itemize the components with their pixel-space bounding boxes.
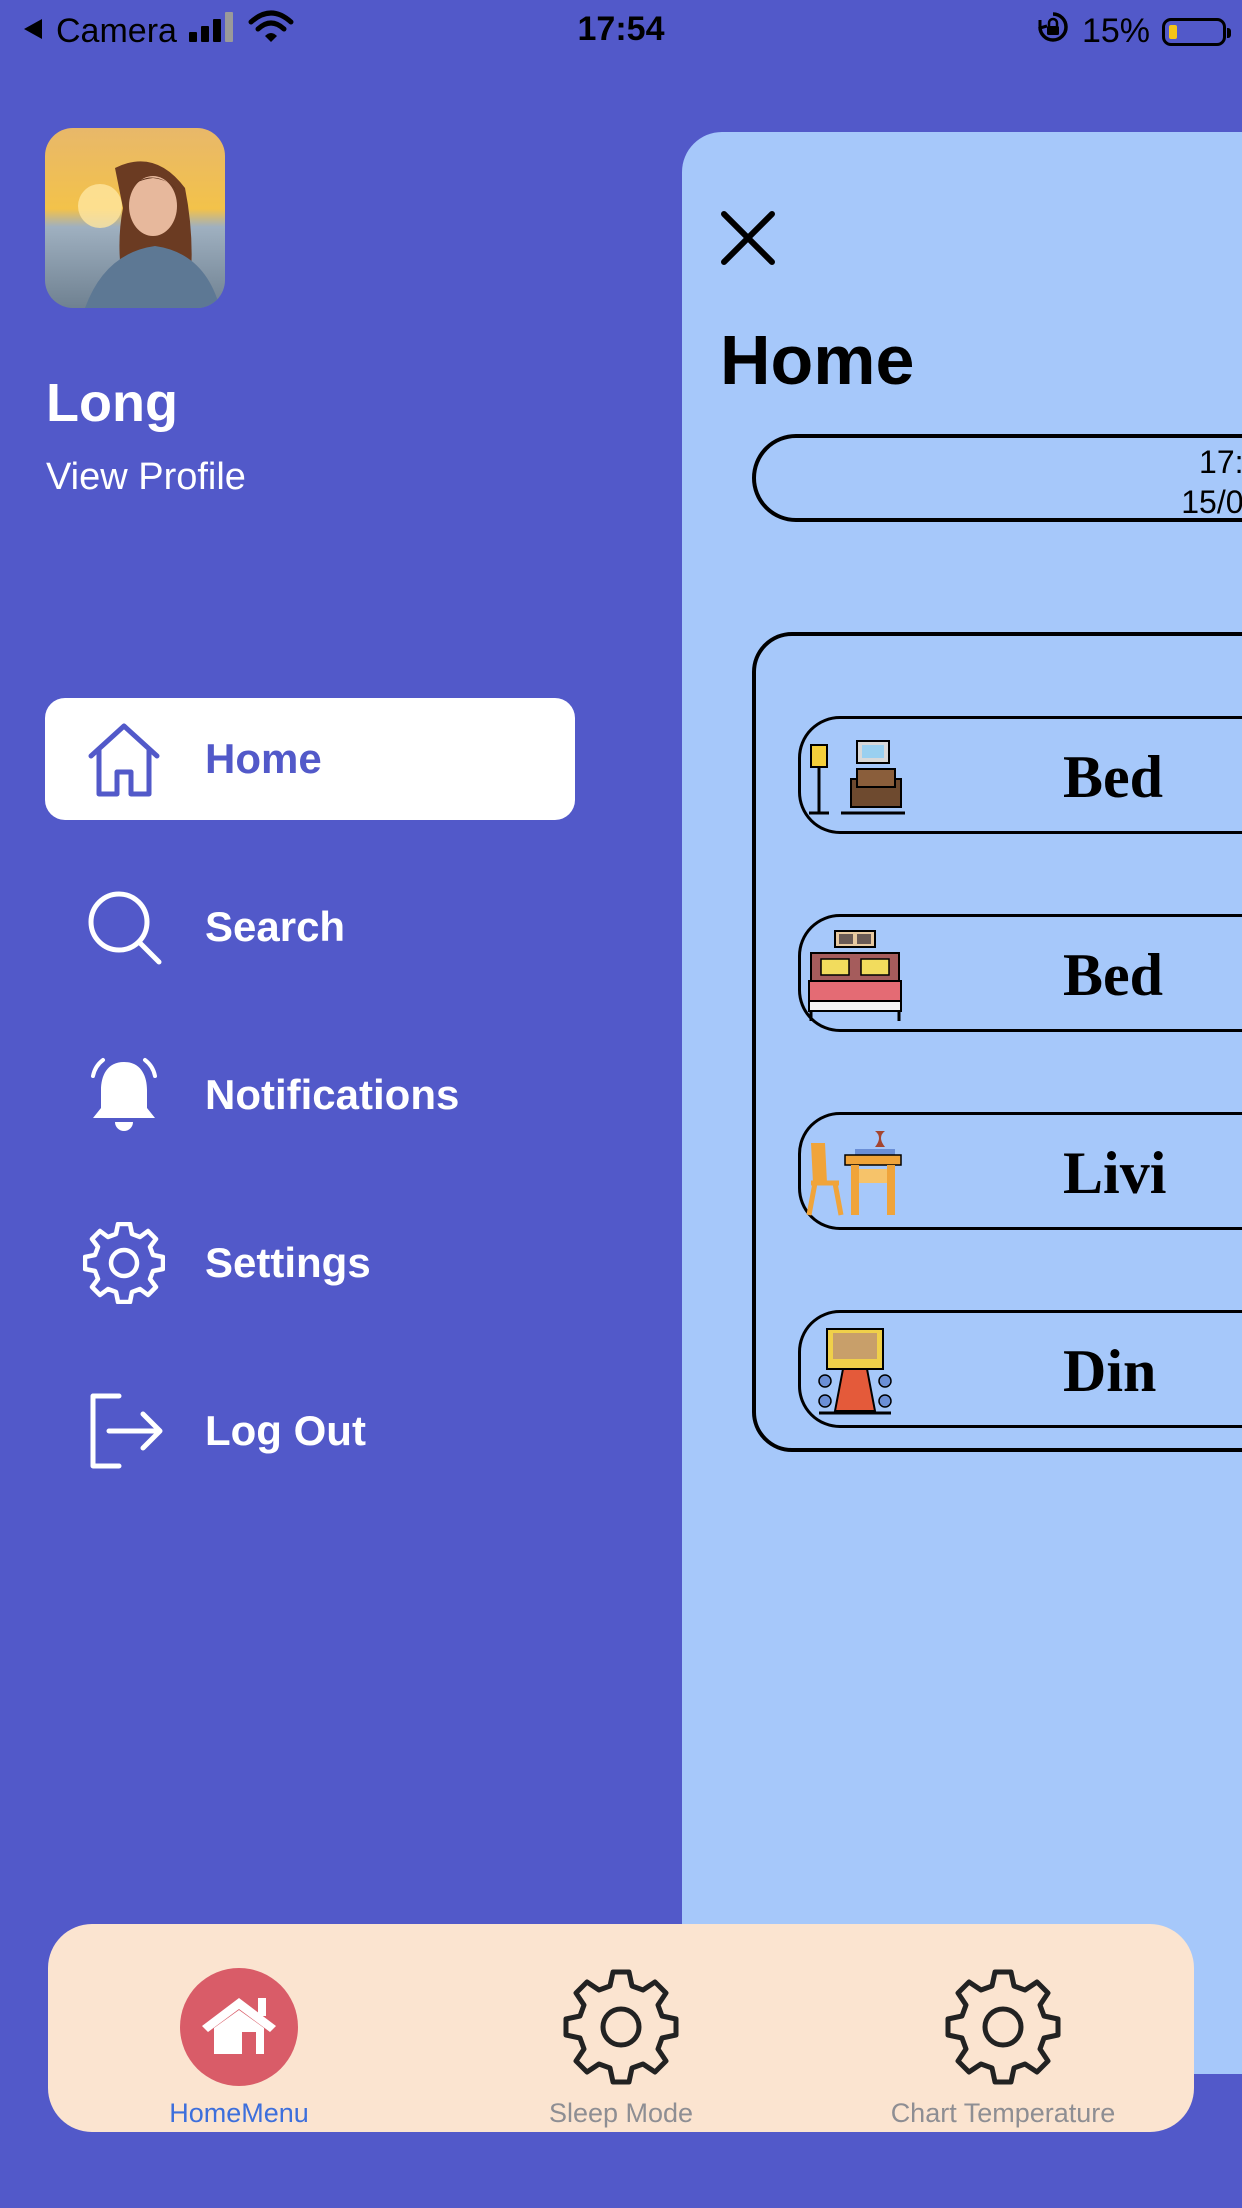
tab-homemenu[interactable]: HomeMenu	[48, 1924, 430, 2132]
room-label: Bed	[1063, 942, 1164, 1008]
room-label: Din	[1063, 1338, 1157, 1404]
home-icon	[83, 718, 165, 800]
tab-label: Chart Temperature	[890, 2098, 1116, 2128]
home-icon	[180, 1968, 298, 2086]
room-item[interactable]: Din	[798, 1310, 1242, 1428]
bell-icon	[83, 1054, 165, 1136]
avatar[interactable]	[45, 128, 225, 308]
tab-label: Sleep Mode	[548, 2098, 694, 2128]
menu-item-search[interactable]: Search	[45, 866, 575, 988]
bottom-tab-bar: HomeMenu Sleep Mode Chart Temperature	[48, 1924, 1194, 2132]
battery-percent: 15%	[1081, 12, 1150, 50]
menu-item-logout[interactable]: Log Out	[45, 1370, 575, 1492]
clock-display: 17:54: 15/07/2	[752, 434, 1242, 522]
home-panel: Home 17:54: 15/07/2 Bed	[682, 132, 1242, 2074]
room-item[interactable]: Bed	[798, 716, 1242, 834]
gear-icon	[82, 1221, 166, 1305]
dining-table-icon	[805, 1321, 905, 1421]
menu-item-notifications[interactable]: Notifications	[45, 1034, 575, 1156]
tab-label: HomeMenu	[169, 2098, 309, 2128]
menu-label: Home	[205, 735, 322, 782]
menu-label: Settings	[205, 1239, 371, 1286]
search-icon	[83, 886, 165, 968]
room-item[interactable]: Livi	[798, 1112, 1242, 1230]
menu-item-settings[interactable]: Settings	[45, 1202, 575, 1324]
close-icon[interactable]	[716, 206, 780, 270]
bed-icon	[805, 925, 905, 1025]
desk-icon	[805, 1123, 905, 1223]
view-profile-link[interactable]: View Profile	[46, 456, 246, 499]
clock-date: 15/07/2	[1181, 484, 1242, 520]
room-label: Livi	[1063, 1140, 1167, 1206]
clock-time: 17:54:	[1199, 444, 1242, 480]
menu-label: Log Out	[205, 1407, 366, 1454]
user-name: Long	[46, 373, 178, 433]
rotation-lock-icon	[1036, 10, 1070, 53]
status-right: 15%	[1036, 10, 1231, 53]
living-room-icon	[805, 727, 905, 827]
tab-chart-temperature[interactable]: Chart Temperature	[812, 1924, 1194, 2132]
page-title: Home	[720, 321, 915, 399]
room-label: Bed	[1063, 744, 1164, 810]
gear-icon	[562, 1968, 680, 2086]
tab-sleep-mode[interactable]: Sleep Mode	[430, 1924, 812, 2132]
logout-icon	[83, 1390, 165, 1472]
menu-item-home[interactable]: Home	[45, 698, 575, 820]
room-item[interactable]: Bed	[798, 914, 1242, 1032]
menu-label: Notifications	[205, 1071, 460, 1118]
battery-fill	[1169, 24, 1177, 39]
menu-label: Search	[205, 903, 346, 950]
status-bar: Camera 17:54 15%	[0, 0, 1242, 62]
gear-icon	[944, 1968, 1062, 2086]
battery-icon	[1162, 17, 1231, 46]
